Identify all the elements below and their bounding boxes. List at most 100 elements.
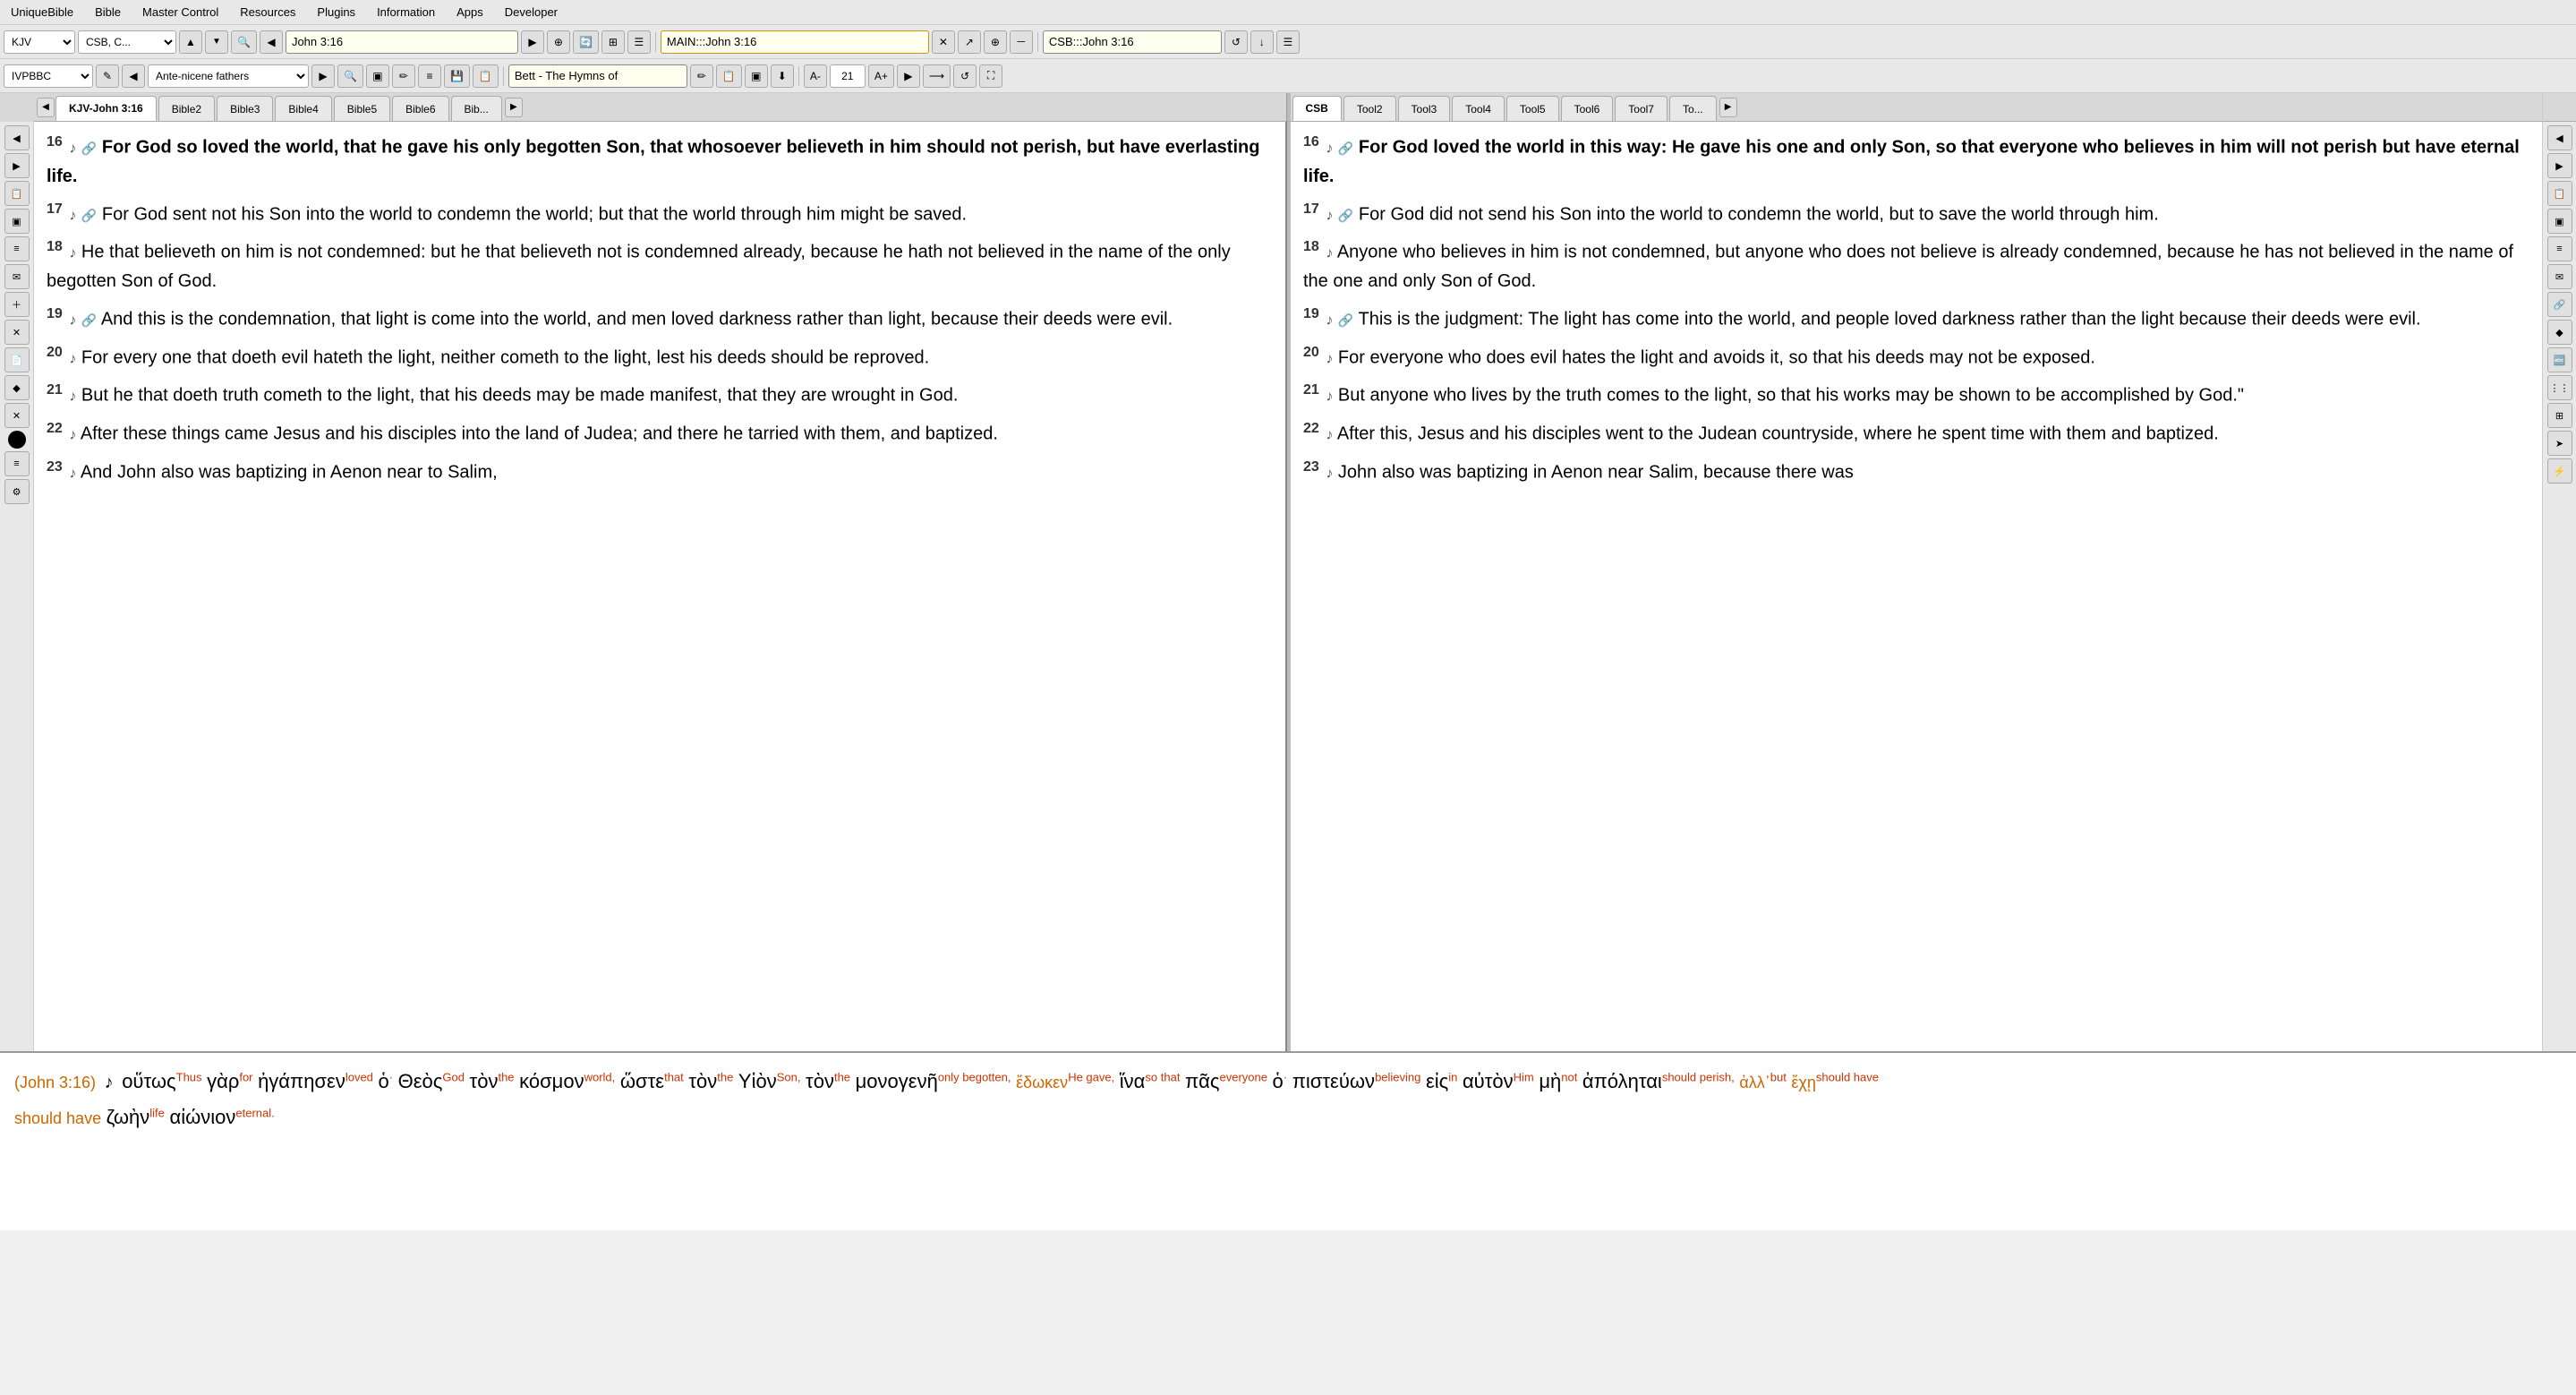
note-btn[interactable]: ✎ <box>96 64 119 88</box>
sidebar-right-link[interactable]: 🔗 <box>2547 292 2572 317</box>
refresh-btn2[interactable]: ↺ <box>953 64 977 88</box>
sidebar-left-close[interactable]: ✕ <box>4 320 30 345</box>
share-btn[interactable]: ⊕ <box>984 30 1007 54</box>
nav-next-btn[interactable]: ▶ <box>521 30 544 54</box>
sidebar-right-nav-prev[interactable]: ◀ <box>2547 125 2572 150</box>
menu-developer[interactable]: Developer <box>501 4 561 21</box>
fullscreen-btn[interactable]: ⛶ <box>979 64 1002 88</box>
sidebar-right-grid[interactable]: ▣ <box>2547 209 2572 234</box>
spin-up-btn[interactable]: ▲ <box>179 30 202 54</box>
sidebar-right-clip[interactable]: 📋 <box>2547 181 2572 206</box>
menu-extra-btn[interactable]: ☰ <box>1276 30 1300 54</box>
left-tab-prev[interactable]: ◀ <box>37 98 55 117</box>
sidebar-right-list[interactable]: ≡ <box>2547 236 2572 261</box>
toolbar2-icon3[interactable]: ≡ <box>418 64 441 88</box>
menu-apps[interactable]: Apps <box>453 4 487 21</box>
version-select[interactable]: KJV <box>4 30 75 54</box>
toolbar2-icon4[interactable]: 💾 <box>444 64 470 88</box>
sidebar-right-nav-next[interactable]: ▶ <box>2547 153 2572 178</box>
menu-uniquebible[interactable]: UniqueBible <box>7 4 77 21</box>
clear-btn[interactable]: ✕ <box>932 30 955 54</box>
list-btn[interactable]: ☰ <box>627 30 651 54</box>
tab-tool3[interactable]: Tool3 <box>1398 96 1451 121</box>
sidebar-left-plus[interactable]: ＋ <box>4 292 30 317</box>
nav-prev-btn[interactable]: ◀ <box>260 30 283 54</box>
csb-ref-input[interactable] <box>1049 35 1215 48</box>
csb-verse-17: 17 ♪ 🔗 For God did not send his Son into… <box>1303 198 2529 229</box>
grid-btn[interactable]: ⊞ <box>601 30 625 54</box>
tab-bible5[interactable]: Bible5 <box>334 96 390 121</box>
sidebar-left-lines[interactable]: ≡ <box>4 451 30 476</box>
tab-bible2[interactable]: Bible2 <box>158 96 215 121</box>
sidebar-right-arrow[interactable]: ➤ <box>2547 431 2572 456</box>
menu-master-control[interactable]: Master Control <box>139 4 222 21</box>
tab-tool5[interactable]: Tool5 <box>1506 96 1559 121</box>
toolbar2-icon5[interactable]: 📋 <box>473 64 499 88</box>
arrow-down-btn[interactable]: ⬇ <box>771 64 794 88</box>
sidebar-right-translate[interactable]: 🔤 <box>2547 347 2572 372</box>
tab-to-more[interactable]: To... <box>1669 96 1717 121</box>
sidebar-left-nav-prev[interactable]: ◀ <box>4 125 30 150</box>
search-btn[interactable]: 🔍 <box>231 30 257 54</box>
font-select[interactable]: IVPBBC <box>4 64 93 88</box>
sidebar-left-grid[interactable]: ▣ <box>4 209 30 234</box>
sidebar-left-nav-next[interactable]: ▶ <box>4 153 30 178</box>
sidebar-left-diamond[interactable]: ◆ <box>4 375 30 400</box>
menu-plugins[interactable]: Plugins <box>313 4 359 21</box>
sidebar-left-x[interactable]: ✕ <box>4 403 30 428</box>
black-circle-indicator[interactable] <box>8 431 26 449</box>
edit-btn[interactable]: ✏ <box>690 64 713 88</box>
reference-input[interactable] <box>292 35 512 48</box>
sidebar-right-lightning[interactable]: ⚡ <box>2547 458 2572 484</box>
sidebar-right-diamond[interactable]: ◆ <box>2547 320 2572 345</box>
copy-btn2[interactable]: 📋 <box>716 64 742 88</box>
menu-bible[interactable]: Bible <box>91 4 124 21</box>
sidebar-left-list[interactable]: ≡ <box>4 236 30 261</box>
csb-panel[interactable]: 16 ♪ 🔗 For God loved the world in this w… <box>1291 122 2542 1051</box>
toolbar2-nav-next[interactable]: ▶ <box>311 64 335 88</box>
tab-tool6[interactable]: Tool6 <box>1561 96 1614 121</box>
main-ref-input[interactable] <box>667 35 923 48</box>
crosshair-btn[interactable]: ⊕ <box>547 30 570 54</box>
tab-bible4[interactable]: Bible4 <box>275 96 331 121</box>
commentary-select[interactable]: CSB, C... <box>78 30 176 54</box>
zoom-out-btn[interactable]: － <box>1010 30 1033 54</box>
font-smaller-btn[interactable]: A- <box>804 64 827 88</box>
download-btn[interactable]: ↓ <box>1250 30 1274 54</box>
sync-btn[interactable]: 🔄 <box>573 30 599 54</box>
toolbar2-nav-prev[interactable]: ◀ <box>122 64 145 88</box>
refresh-btn[interactable]: ↺ <box>1224 30 1248 54</box>
tab-bib-more[interactable]: Bib... <box>451 96 502 121</box>
sidebar-left-settings[interactable]: ⚙ <box>4 479 30 504</box>
menu-information[interactable]: Information <box>373 4 439 21</box>
tab-bible3[interactable]: Bible3 <box>217 96 273 121</box>
sidebar-right-apps[interactable]: ⊞ <box>2547 403 2572 428</box>
sidebar-left-clip[interactable]: 📋 <box>4 181 30 206</box>
tab-tool4[interactable]: Tool4 <box>1452 96 1505 121</box>
nav-btn[interactable]: ⟶ <box>923 64 951 88</box>
sidebar-left-mail[interactable]: ✉ <box>4 264 30 289</box>
font-larger-btn[interactable]: A+ <box>868 64 894 88</box>
tab-csb[interactable]: CSB <box>1292 96 1342 121</box>
kjv-panel[interactable]: 16 ♪ 🔗 For God so loved the world, that … <box>34 122 1287 1051</box>
sidebar-right-mail[interactable]: ✉ <box>2547 264 2572 289</box>
spin-down-btn[interactable]: ▼ <box>205 30 228 54</box>
sidebar-right-dots[interactable]: ⋮⋮ <box>2547 375 2572 400</box>
toolbar2-icon1[interactable]: ▣ <box>366 64 389 88</box>
left-tab-next[interactable]: ▶ <box>505 98 523 117</box>
play-btn[interactable]: ▶ <box>897 64 920 88</box>
title-input[interactable] <box>515 69 681 82</box>
toolbar2-icon2[interactable]: ✏ <box>392 64 415 88</box>
tab-tool7[interactable]: Tool7 <box>1615 96 1668 121</box>
toolbar2-search[interactable]: 🔍 <box>337 64 363 88</box>
tab-tool2[interactable]: Tool2 <box>1343 96 1396 121</box>
tab-bible6[interactable]: Bible6 <box>392 96 448 121</box>
tab-kjv-john[interactable]: KJV-John 3:16 <box>55 96 157 121</box>
external-link-btn[interactable]: ↗ <box>958 30 981 54</box>
menu-resources[interactable]: Resources <box>236 4 299 21</box>
sidebar-left-page[interactable]: 📄 <box>4 347 30 372</box>
right-tab-next[interactable]: ▶ <box>1719 98 1737 117</box>
kjv-verse-20: 20 ♪ For every one that doeth evil hatet… <box>47 341 1273 372</box>
square-btn[interactable]: ▣ <box>745 64 768 88</box>
book-select[interactable]: Ante-nicene fathers <box>148 64 309 88</box>
